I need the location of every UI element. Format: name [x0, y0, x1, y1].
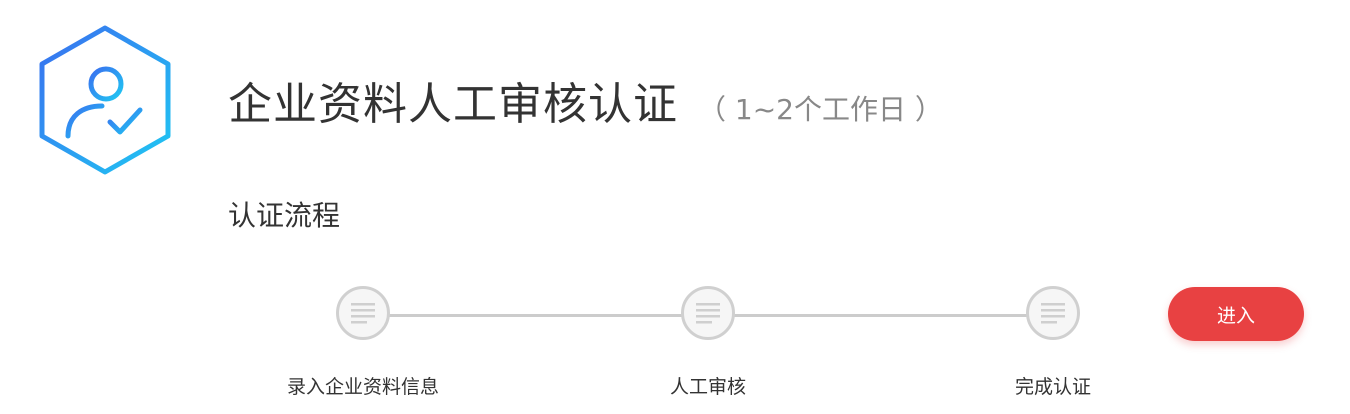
section-title: 认证流程 — [228, 199, 341, 232]
step-1-icon — [336, 286, 390, 340]
list-icon — [351, 303, 375, 324]
enter-button[interactable]: 进入 — [1168, 287, 1304, 341]
list-icon — [696, 303, 720, 324]
step-1-label: 录入企业资料信息 — [286, 376, 439, 398]
step-3-label: 完成认证 — [1014, 376, 1091, 398]
step-3-icon — [1026, 286, 1080, 340]
step-2-icon — [681, 286, 735, 340]
header: 企业资料人工审核认证 （ 1~2个工作日 ） — [228, 68, 943, 132]
page-subtitle: （ 1~2个工作日 ） — [698, 93, 943, 126]
list-icon — [1041, 303, 1065, 324]
page-title: 企业资料人工审核认证 — [228, 79, 678, 130]
step-2-label: 人工审核 — [669, 376, 746, 398]
verified-user-logo-icon — [38, 24, 172, 176]
